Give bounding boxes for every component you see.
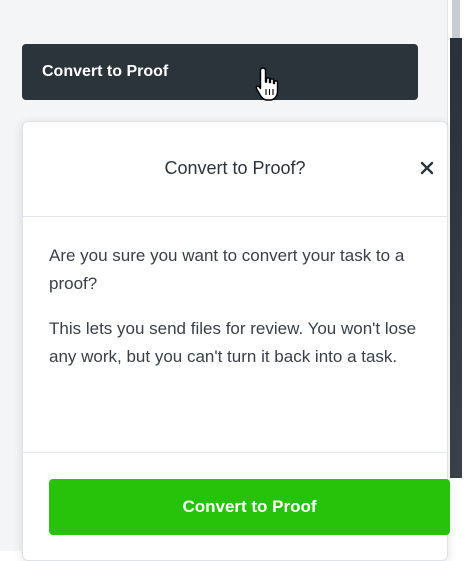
body-paragraph-question: Are you sure you want to convert your ta… xyxy=(49,246,405,293)
popover-divider xyxy=(23,452,447,453)
popover-title: Convert to Proof? xyxy=(164,158,306,178)
convert-to-proof-button[interactable]: Convert to Proof xyxy=(22,44,418,100)
convert-confirm-popover: Convert to Proof? Are you sure you want … xyxy=(22,121,450,561)
convert-to-proof-button-label: Convert to Proof xyxy=(42,63,169,80)
confirm-convert-button-label: Convert to Proof xyxy=(182,497,317,516)
popover-header: Convert to Proof? xyxy=(23,122,447,217)
confirm-convert-button[interactable]: Convert to Proof xyxy=(49,479,450,535)
body-paragraph-explanation: This lets you send files for review. You… xyxy=(49,319,417,366)
popover-body: Are you sure you want to convert your ta… xyxy=(49,242,425,388)
strip-segment-light xyxy=(452,0,460,38)
close-icon[interactable] xyxy=(417,158,437,178)
right-edge-strip xyxy=(448,0,464,551)
hand-pointer-icon xyxy=(255,67,279,101)
strip-segment-dark xyxy=(450,38,462,478)
